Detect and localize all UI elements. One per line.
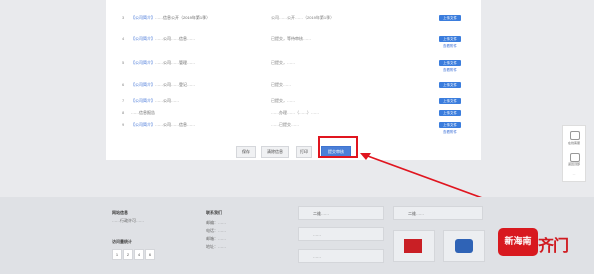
top-label[interactable]: 返回顶部 xyxy=(564,162,584,166)
visit-count-digit: 6 xyxy=(145,249,155,260)
side-float-toolbar: 在线客服 返回顶部 … xyxy=(562,125,586,182)
service-label[interactable]: 在线客服 xyxy=(564,141,584,145)
qr-box-1[interactable]: 二维…… xyxy=(298,206,384,220)
contact-line-3: 邮箱：…… xyxy=(206,236,226,241)
org-title: 网站信息 xyxy=(112,210,128,215)
chat-icon[interactable] xyxy=(570,131,580,140)
watermark-text: 齐门 xyxy=(538,236,569,255)
link-box-3[interactable]: …… xyxy=(298,249,384,263)
up-arrow-icon[interactable] xyxy=(570,153,580,162)
visit-count-digit: 1 xyxy=(112,249,122,260)
qr-box-4[interactable]: 二维…… xyxy=(393,206,483,220)
contact-line-4: 地址：…… xyxy=(206,244,226,249)
gov-emblem-icon xyxy=(404,239,422,253)
contact-title: 联系我们 xyxy=(206,210,222,215)
contact-line-2: 电话：…… xyxy=(206,228,226,233)
badge-icon xyxy=(455,239,473,253)
contact-line-1: 邮编：…… xyxy=(206,220,226,225)
visit-count-digit: 4 xyxy=(134,249,144,260)
gov-logo-1[interactable] xyxy=(393,230,435,262)
visit-count-digit: 2 xyxy=(123,249,133,260)
watermark-badge: 新海南 xyxy=(498,228,538,256)
count-title: 访问量统计 xyxy=(112,239,132,244)
org-line: ……行政许可…… xyxy=(112,218,144,223)
watermark: 新海南 齐门 xyxy=(498,228,594,256)
gov-logo-2[interactable] xyxy=(443,230,485,262)
link-box-2[interactable]: …… xyxy=(298,227,384,241)
more-label[interactable]: … xyxy=(564,172,584,176)
